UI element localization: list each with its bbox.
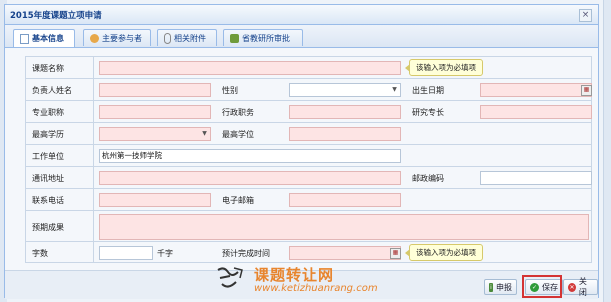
apply-button[interactable]: i 申报	[484, 279, 517, 295]
apply-label: 申报	[496, 282, 512, 292]
background-panel-right	[603, 0, 611, 302]
email-label: 电子邮箱	[222, 196, 254, 205]
watermark-title: 课题转让网	[254, 266, 335, 284]
users-icon	[90, 33, 99, 43]
topic-name-label: 课题名称	[32, 64, 64, 73]
close-label: 关闭	[578, 277, 587, 297]
close-button[interactable]: ✕ 关闭	[563, 277, 598, 297]
tooltip-text: 该输入项为必填项	[416, 63, 476, 72]
admin-post-label: 行政职务	[222, 108, 254, 117]
chevron-down-icon: ▼	[392, 86, 397, 93]
research-input[interactable]	[480, 105, 592, 119]
research-label: 研究专长	[412, 108, 444, 117]
degree-input[interactable]	[289, 127, 401, 141]
chevron-down-icon: ▼	[202, 130, 207, 137]
tab-basic-info[interactable]: 基本信息	[13, 29, 75, 47]
birth-date-input[interactable]	[480, 83, 592, 97]
birth-date-label: 出生日期	[412, 86, 444, 95]
watermark-logo	[214, 264, 250, 294]
results-label: 预期成果	[32, 223, 64, 232]
tab-label: 相关附件	[174, 33, 206, 43]
title-label: 专业职称	[32, 108, 64, 117]
admin-post-input[interactable]	[289, 105, 401, 119]
title-input[interactable]	[99, 105, 211, 119]
tab-bar: 基本信息 主要参与者 相关附件 省教研所审批	[5, 25, 598, 48]
address-label: 通讯地址	[32, 174, 64, 183]
phone-input[interactable]	[99, 193, 211, 207]
phone-label: 联系电话	[32, 196, 64, 205]
postcode-label: 邮政编码	[412, 174, 444, 183]
tab-label: 基本信息	[32, 34, 64, 43]
finish-time-input[interactable]	[289, 246, 401, 260]
tab-attachments[interactable]: 相关附件	[157, 29, 217, 46]
postcode-input[interactable]	[480, 171, 592, 185]
watermark: 课题转让网 www.ketizhuanrang.com	[214, 264, 414, 298]
required-tooltip: 该输入项为必填项	[405, 59, 483, 76]
calendar-icon[interactable]: ▦	[390, 248, 401, 259]
degree-label: 最高学位	[222, 130, 254, 139]
leader-name-label: 负责人姓名	[32, 86, 72, 95]
close-icon: ✕	[568, 282, 576, 292]
close-icon[interactable]: ×	[579, 9, 592, 22]
approve-icon	[230, 33, 239, 43]
results-textarea[interactable]	[99, 214, 589, 240]
form-grid: 课题名称 该输入项为必填项 负责人姓名 性别 ▼ 出生日期 ▦ 专业职称 行政职…	[25, 56, 592, 263]
gender-select[interactable]: ▼	[289, 83, 401, 97]
dialog-titlebar[interactable]: 2015年度课题立项申请	[5, 5, 598, 25]
dialog-title: 2015年度课题立项申请	[10, 10, 102, 21]
tab-label: 省教研所审批	[242, 33, 290, 43]
finish-time-label: 预计完成时间	[222, 249, 270, 258]
highlight-box	[522, 275, 562, 298]
workplace-label: 工作单位	[32, 152, 64, 161]
document-icon	[20, 33, 29, 44]
calendar-icon[interactable]: ▦	[581, 85, 592, 96]
tab-participants[interactable]: 主要参与者	[83, 29, 151, 46]
tab-approval[interactable]: 省教研所审批	[223, 29, 303, 46]
topic-name-input[interactable]	[99, 61, 401, 75]
education-label: 最高学历	[32, 130, 64, 139]
form-area: 课题名称 该输入项为必填项 负责人姓名 性别 ▼ 出生日期 ▦ 专业职称 行政职…	[5, 48, 598, 270]
wordcount-input[interactable]	[99, 246, 153, 260]
watermark-url: www.ketizhuanrang.com	[254, 283, 378, 294]
email-input[interactable]	[289, 193, 401, 207]
required-tooltip: 该输入项为必填项	[405, 244, 483, 261]
info-icon: i	[489, 282, 493, 292]
leader-name-input[interactable]	[99, 83, 211, 97]
application-dialog: 2015年度课题立项申请 × 基本信息 主要参与者 相关附件 省教研所审批 课题…	[4, 4, 599, 299]
address-input[interactable]	[99, 171, 401, 185]
education-select[interactable]: ▼	[99, 127, 211, 141]
wordcount-label: 字数	[32, 249, 48, 258]
tab-label: 主要参与者	[102, 33, 142, 43]
wordcount-unit: 千字	[157, 249, 173, 258]
tooltip-text: 该输入项为必填项	[416, 248, 476, 257]
paperclip-icon	[164, 32, 171, 44]
workplace-input[interactable]: 杭州第一技师学院	[99, 149, 401, 163]
gender-label: 性别	[222, 86, 238, 95]
